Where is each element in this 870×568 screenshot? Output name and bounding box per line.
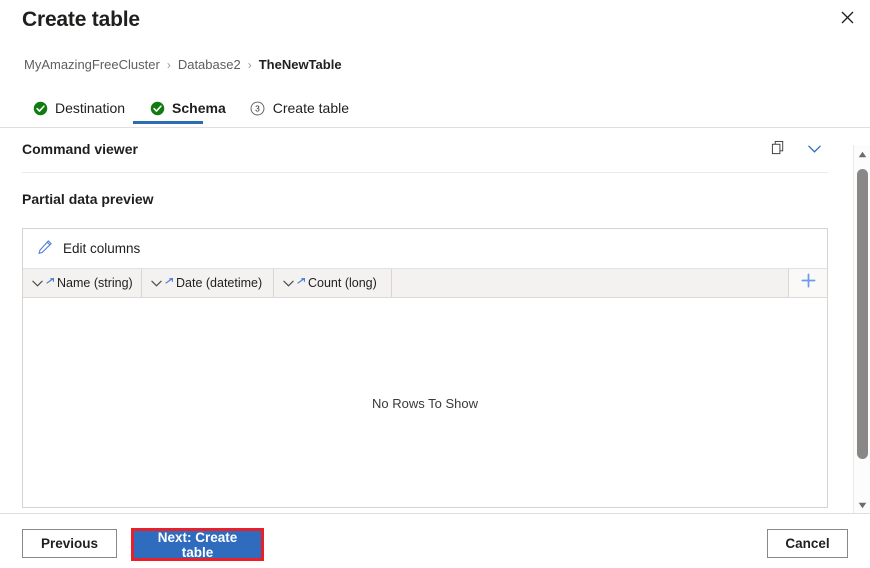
next-create-table-button[interactable]: Next: Create table	[134, 530, 261, 560]
scrollbar-thumb[interactable]	[857, 169, 868, 459]
command-viewer-actions	[766, 137, 826, 161]
plus-icon	[800, 272, 817, 294]
active-tab-underline	[133, 121, 203, 124]
vertical-scrollbar[interactable]	[853, 145, 870, 513]
pencil-icon	[37, 239, 53, 258]
scroll-up-arrow-icon	[858, 145, 867, 163]
breadcrumb-item-table: TheNewTable	[258, 57, 342, 72]
column-header-date[interactable]: Date (datetime)	[141, 269, 273, 297]
partial-data-preview-label: Partial data preview	[22, 191, 154, 207]
breadcrumb-separator: ›	[166, 57, 171, 72]
numbered-circle-icon: 3	[250, 100, 266, 116]
column-type-arrow-icon	[297, 277, 306, 289]
scroll-up-button[interactable]	[854, 145, 870, 162]
column-type-arrow-icon	[165, 277, 174, 289]
scroll-down-button[interactable]	[854, 496, 870, 513]
tab-schema[interactable]: Schema	[137, 92, 238, 124]
chevron-down-icon	[807, 142, 822, 157]
chevron-down-icon[interactable]	[150, 279, 163, 288]
chevron-down-icon[interactable]	[31, 279, 44, 288]
data-grid: Edit columns Name (string) Date (datetim…	[22, 228, 828, 508]
chevron-down-icon[interactable]	[282, 279, 295, 288]
column-type-arrow-icon	[46, 277, 55, 289]
column-header-date-label: Date (datetime)	[176, 276, 263, 290]
copy-button[interactable]	[766, 137, 790, 161]
tab-create-table[interactable]: 3 Create table	[238, 92, 361, 124]
breadcrumb: MyAmazingFreeCluster › Database2 › TheNe…	[24, 57, 342, 72]
grid-header-row: Name (string) Date (datetime) Count (lon…	[23, 269, 827, 298]
grid-body: No Rows To Show	[23, 298, 827, 507]
column-header-name[interactable]: Name (string)	[23, 269, 141, 297]
check-circle-icon	[32, 100, 48, 116]
tab-destination-label: Destination	[55, 100, 126, 116]
close-button[interactable]	[824, 0, 870, 34]
command-viewer-section: Command viewer	[0, 128, 870, 173]
column-header-count-label: Count (long)	[308, 276, 377, 290]
scroll-down-arrow-icon	[858, 496, 867, 514]
page-title: Create table	[22, 8, 140, 31]
expand-command-viewer-button[interactable]	[802, 137, 826, 161]
breadcrumb-item-cluster[interactable]: MyAmazingFreeCluster	[24, 57, 160, 72]
grid-toolbar: Edit columns	[23, 229, 827, 269]
empty-state-message: No Rows To Show	[372, 395, 478, 411]
tab-create-table-label: Create table	[272, 100, 350, 116]
breadcrumb-item-database[interactable]: Database2	[178, 57, 241, 72]
copy-icon	[771, 140, 786, 159]
edit-columns-label: Edit columns	[63, 241, 141, 256]
svg-text:3: 3	[255, 103, 260, 113]
data-preview-section: Partial data preview Edit columns Name (…	[0, 173, 870, 513]
scrollbar-track[interactable]	[854, 162, 870, 496]
command-viewer-title: Command viewer	[22, 141, 138, 157]
tab-destination[interactable]: Destination	[20, 92, 137, 124]
cancel-button[interactable]: Cancel	[767, 529, 848, 558]
step-wizard-tabs: Destination Schema 3 Create table	[20, 92, 361, 124]
add-column-button[interactable]	[788, 269, 827, 297]
column-header-name-label: Name (string)	[57, 276, 133, 290]
check-circle-icon	[149, 100, 165, 116]
column-header-count[interactable]: Count (long)	[273, 269, 391, 297]
edit-columns-button[interactable]: Edit columns	[37, 239, 140, 258]
breadcrumb-separator: ›	[247, 57, 252, 72]
column-header-spacer	[391, 269, 788, 297]
tab-schema-label: Schema	[172, 100, 226, 116]
previous-button[interactable]: Previous	[22, 529, 117, 558]
close-icon	[841, 11, 854, 24]
next-button-highlight: Next: Create table	[131, 528, 264, 561]
